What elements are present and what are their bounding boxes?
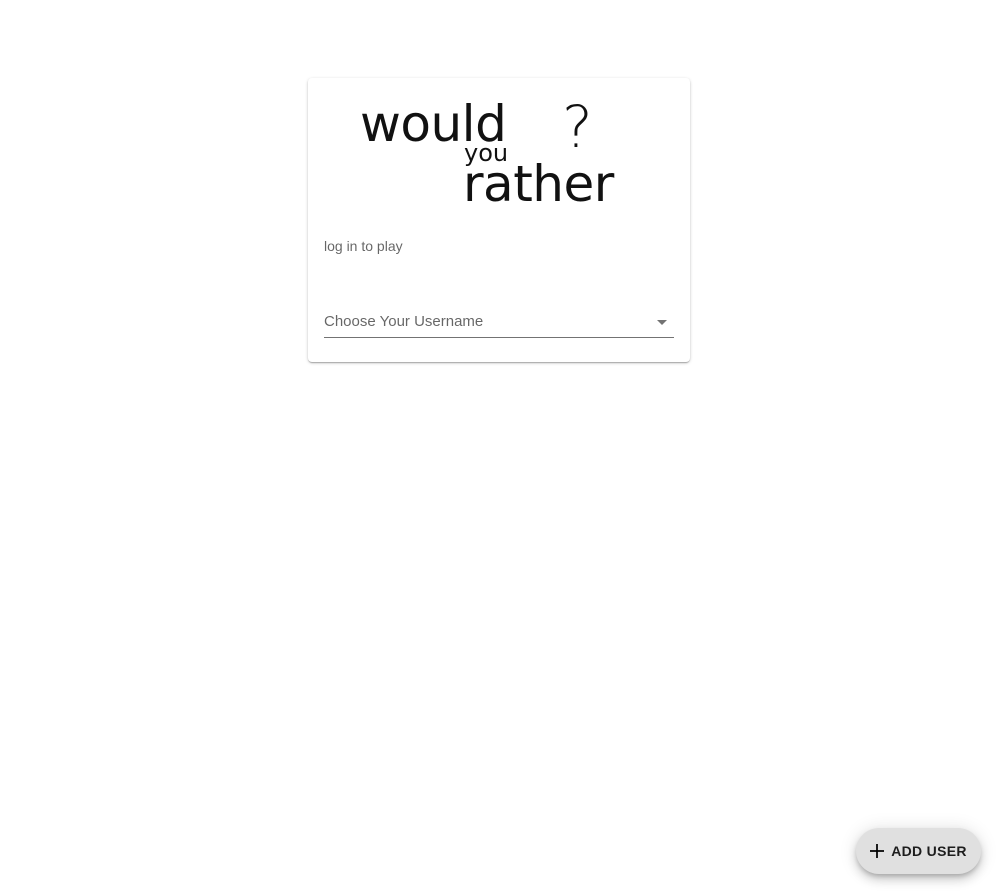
page: would you rather ? log in to play Choose…: [0, 0, 999, 893]
add-user-label: ADD USER: [891, 843, 967, 859]
logo-question-mark: ?: [562, 93, 593, 161]
logo-word-rather: rather: [463, 155, 614, 213]
add-user-button[interactable]: ADD USER: [856, 828, 981, 874]
login-subtitle: log in to play: [324, 238, 403, 254]
username-select[interactable]: Choose Your Username: [324, 310, 674, 338]
app-logo: would you rather ?: [360, 96, 640, 214]
login-card: would you rather ? log in to play Choose…: [308, 78, 690, 362]
username-select-label: Choose Your Username: [324, 313, 484, 330]
plus-icon: [870, 844, 885, 858]
arrow-drop-down-icon: [657, 320, 667, 325]
